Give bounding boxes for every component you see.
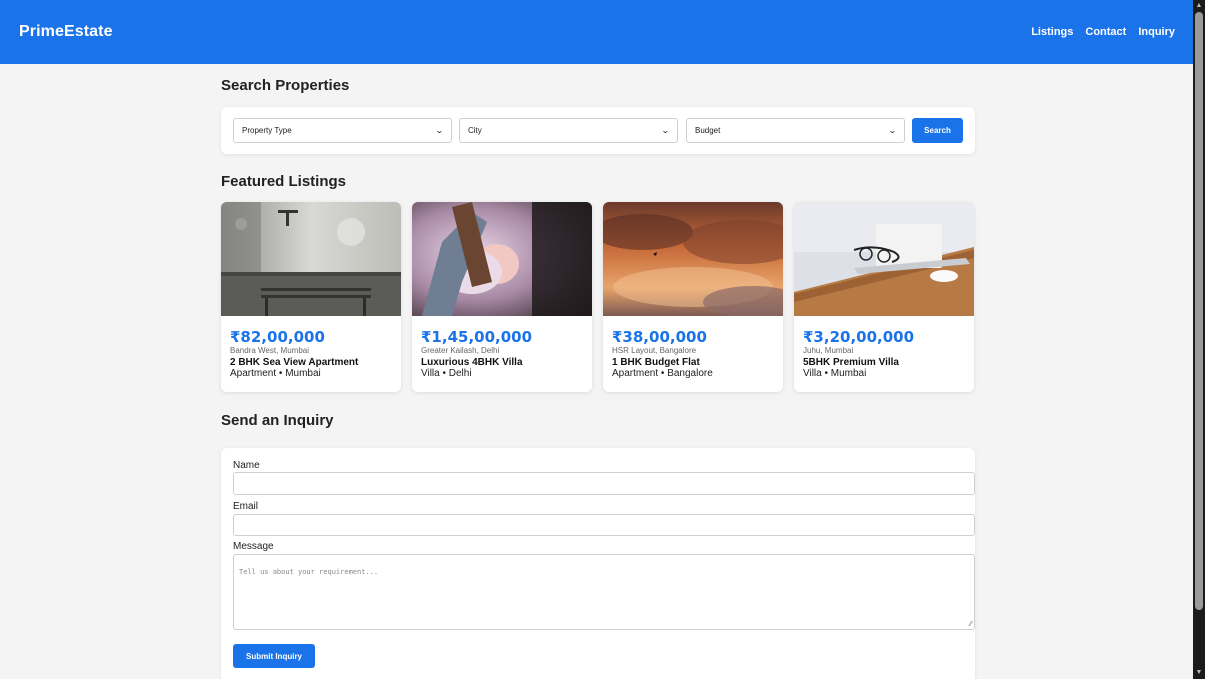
chevron-down-icon: ⌄ [435, 126, 445, 135]
search-section-title: Search Properties [221, 77, 350, 94]
city-value: City [468, 126, 482, 135]
main-nav: Listings Contact Inquiry [1031, 26, 1175, 38]
scrollbar-thumb[interactable] [1195, 12, 1203, 610]
listing-location: Bandra West, Mumbai [230, 346, 309, 355]
property-type-select[interactable]: Property Type ⌄ [233, 118, 452, 143]
inquiry-form: Name Email Message Tell us about your re… [221, 448, 975, 679]
listing-card[interactable]: ₹82,00,000 Bandra West, Mumbai 2 BHK Sea… [221, 202, 401, 392]
listing-meta: Villa • Mumbai [803, 368, 867, 379]
listing-title: 2 BHK Sea View Apartment [230, 357, 359, 368]
search-panel: Property Type ⌄ City ⌄ Budget ⌄ Search [221, 107, 975, 154]
listing-card[interactable]: ₹3,20,00,000 Juhu, Mumbai 5BHK Premium V… [794, 202, 974, 392]
nav-inquiry-link[interactable]: Inquiry [1138, 26, 1175, 38]
listing-title: Luxurious 4BHK Villa [421, 357, 523, 368]
message-placeholder: Tell us about your requirement... [239, 568, 379, 576]
listing-card[interactable]: ₹38,00,000 HSR Layout, Bangalore 1 BHK B… [603, 202, 783, 392]
name-input[interactable] [233, 472, 975, 495]
listing-photo-wall-bench [221, 202, 401, 316]
listing-info: ₹38,00,000 HSR Layout, Bangalore 1 BHK B… [612, 329, 777, 379]
nav-contact-link[interactable]: Contact [1085, 26, 1126, 38]
listing-location: Greater Kailash, Delhi [421, 346, 500, 355]
listing-title: 5BHK Premium Villa [803, 357, 899, 368]
property-type-value: Property Type [242, 126, 292, 135]
listing-photo-sunset-clouds [603, 202, 783, 316]
chevron-down-icon: ⌄ [661, 126, 671, 135]
listing-location: Juhu, Mumbai [803, 346, 854, 355]
listing-info: ₹82,00,000 Bandra West, Mumbai 2 BHK Sea… [230, 329, 395, 379]
scroll-down-arrow-icon[interactable]: ▼ [1195, 668, 1203, 678]
listing-price: ₹1,45,00,000 [421, 328, 533, 346]
resize-grip-icon[interactable]: ⁄⁄ [970, 621, 972, 628]
featured-section-title: Featured Listings [221, 173, 347, 190]
name-label: Name [233, 460, 260, 471]
budget-select[interactable]: Budget ⌄ [686, 118, 905, 143]
listing-price: ₹3,20,00,000 [803, 328, 915, 346]
listing-title: 1 BHK Budget Flat [612, 357, 700, 368]
listing-price: ₹82,00,000 [230, 328, 325, 346]
listing-photo-baby [412, 202, 592, 316]
chevron-down-icon: ⌄ [888, 126, 898, 135]
email-input[interactable] [233, 514, 975, 536]
listing-meta: Apartment • Bangalore [612, 368, 713, 379]
message-label: Message [233, 541, 274, 552]
listing-meta: Apartment • Mumbai [230, 368, 321, 379]
submit-inquiry-button[interactable]: Submit Inquiry [233, 644, 315, 668]
nav-listings-link[interactable]: Listings [1031, 26, 1073, 38]
listing-meta: Villa • Delhi [421, 368, 472, 379]
listing-location: HSR Layout, Bangalore [612, 346, 697, 355]
city-select[interactable]: City ⌄ [459, 118, 678, 143]
budget-value: Budget [695, 126, 721, 135]
listing-info: ₹3,20,00,000 Juhu, Mumbai 5BHK Premium V… [803, 329, 968, 379]
listing-photo-desk-laptop [794, 202, 974, 316]
brand-logo[interactable]: PrimeEstate [19, 23, 113, 41]
listing-card[interactable]: ₹1,45,00,000 Greater Kailash, Delhi Luxu… [412, 202, 592, 392]
email-label: Email [233, 501, 259, 512]
page-scrollbar[interactable]: ▲ ▼ [1193, 0, 1205, 679]
search-button[interactable]: Search [912, 118, 963, 143]
scroll-up-arrow-icon[interactable]: ▲ [1195, 1, 1203, 11]
listing-info: ₹1,45,00,000 Greater Kailash, Delhi Luxu… [421, 329, 586, 379]
listings-grid: ₹82,00,000 Bandra West, Mumbai 2 BHK Sea… [221, 202, 975, 392]
message-textarea[interactable]: Tell us about your requirement... ⁄⁄ [233, 554, 975, 630]
listing-price: ₹38,00,000 [612, 328, 707, 346]
top-navbar: PrimeEstate Listings Contact Inquiry [0, 0, 1193, 64]
inquiry-section-title: Send an Inquiry [221, 412, 334, 429]
